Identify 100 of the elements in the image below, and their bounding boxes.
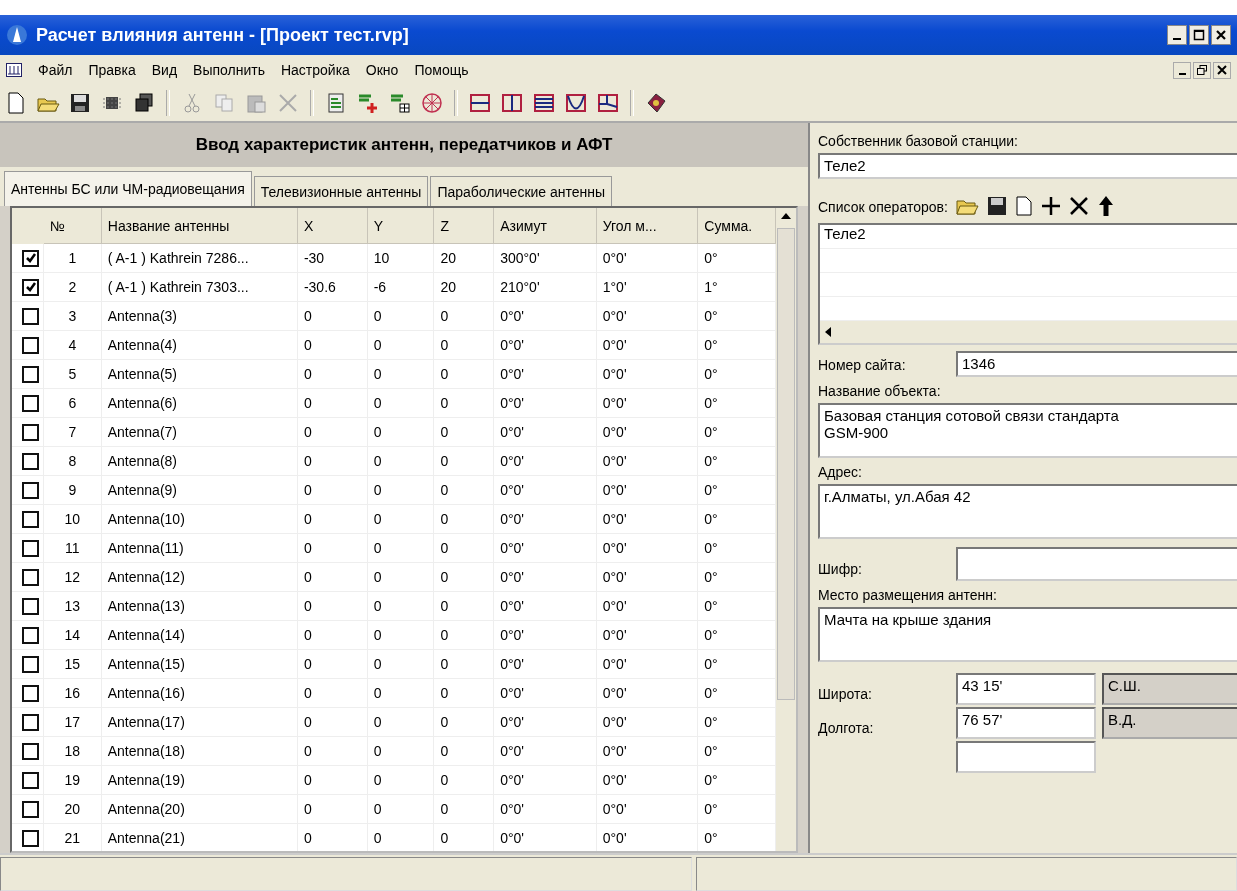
checkbox[interactable]	[22, 510, 39, 528]
list-item[interactable]: Теле2	[820, 225, 1237, 249]
column-header[interactable]: Угол м...	[596, 208, 699, 244]
checkbox[interactable]	[22, 336, 39, 354]
checkbox[interactable]	[22, 800, 39, 818]
table-cell: 300°0'	[494, 244, 597, 272]
table-cell: 0°	[698, 302, 776, 330]
table-cell: 0°0'	[596, 447, 699, 475]
tab[interactable]: Антенны БС или ЧМ-радиовещания	[4, 171, 252, 206]
checkbox[interactable]	[22, 394, 39, 412]
checkbox[interactable]	[22, 771, 39, 789]
table-cell: Antenna(14)	[101, 621, 298, 649]
column-header[interactable]: X	[297, 208, 368, 244]
column-header[interactable]: Y	[367, 208, 435, 244]
input-field[interactable]	[956, 741, 1096, 773]
table-cell: Antenna(8)	[101, 447, 298, 475]
close-button[interactable]	[1211, 25, 1231, 45]
menu-item[interactable]: Вид	[151, 62, 178, 78]
checkbox[interactable]	[22, 597, 39, 615]
restore-button[interactable]	[1193, 61, 1211, 79]
table-cell: 0	[367, 331, 435, 359]
table-cell: 0°0'	[596, 389, 699, 417]
table-cell: 0	[367, 621, 435, 649]
table-cell: 0	[434, 592, 495, 620]
menu-item[interactable]: Правка	[88, 62, 136, 78]
menu-item[interactable]: Настройка	[280, 62, 350, 78]
vertical-scrollbar[interactable]	[776, 208, 796, 851]
checkbox[interactable]	[22, 249, 39, 267]
checkbox[interactable]	[22, 713, 39, 731]
table-cell: Antenna(13)	[101, 592, 298, 620]
longitude-field[interactable]: 76 57'	[956, 707, 1096, 739]
table-cell: 0	[297, 505, 368, 533]
table-cell: 0	[367, 505, 435, 533]
menu-item[interactable]: Окно	[365, 62, 399, 78]
maximize-button[interactable]	[1189, 25, 1209, 45]
table-cell: 0°	[698, 650, 776, 678]
column-header[interactable]: Название антенны	[101, 208, 298, 244]
table-cell: Antenna(12)	[101, 563, 298, 591]
checkbox[interactable]	[22, 626, 39, 644]
hemisphere-field: С.Ш.	[1102, 673, 1237, 705]
table-cell: 0°	[698, 621, 776, 649]
table-cell: 4	[44, 331, 102, 359]
checkbox[interactable]	[22, 278, 39, 296]
tab[interactable]: Параболические антенны	[430, 176, 613, 206]
checkbox[interactable]	[22, 568, 39, 586]
new-file-icon[interactable]	[1013, 195, 1034, 217]
table-cell: Antenna(11)	[101, 534, 298, 562]
checkbox[interactable]	[22, 365, 39, 383]
table-cell: 0°0'	[494, 331, 597, 359]
plus-icon[interactable]	[1039, 195, 1062, 217]
table-cell: -30	[297, 244, 368, 272]
address-field[interactable]: г.Алматы, ул.Абая 42	[818, 484, 1237, 539]
table-cell: 0°	[698, 737, 776, 765]
table-cell: 0°0'	[596, 534, 699, 562]
tab[interactable]: Телевизионные антенны	[253, 176, 429, 206]
latitude-field[interactable]: 43 15'	[956, 673, 1096, 705]
cipher-field[interactable]	[956, 547, 1237, 581]
checkbox[interactable]	[22, 452, 39, 470]
close-button[interactable]	[1213, 61, 1231, 79]
object-name-field[interactable]: Базовая станция сотовой связи стандарта GSM-900	[818, 403, 1237, 458]
owner-field[interactable]: Теле2	[818, 153, 1237, 179]
field-label: Шифр:	[818, 560, 863, 579]
table-cell: 13	[44, 592, 102, 620]
minimize-button[interactable]	[1173, 61, 1191, 79]
checkbox[interactable]	[22, 655, 39, 673]
horizontal-scrollbar[interactable]	[820, 321, 1237, 343]
column-header[interactable]: №	[44, 208, 102, 244]
table-cell: Antenna(21)	[101, 824, 298, 851]
table-cell: Antenna(16)	[101, 679, 298, 707]
menu-item[interactable]: Файл	[38, 62, 73, 78]
table-cell: 0°0'	[494, 476, 597, 504]
column-header[interactable]: Z	[434, 208, 495, 244]
checkbox[interactable]	[22, 481, 39, 499]
checkbox[interactable]	[22, 742, 39, 760]
table-cell: 0	[434, 824, 495, 851]
table-cell: 2	[44, 273, 102, 301]
table-cell: 0	[434, 331, 495, 359]
table-cell: 0°	[698, 795, 776, 823]
checkbox[interactable]	[22, 829, 39, 847]
site-number-field[interactable]: 1346	[956, 351, 1237, 377]
delete-icon[interactable]	[1067, 195, 1090, 217]
table-cell: 0°0'	[596, 650, 699, 678]
placement-field[interactable]: Мачта на крыше здания	[818, 607, 1237, 662]
table-cell: 0	[434, 795, 495, 823]
menu-item[interactable]: Помощь	[414, 62, 469, 78]
minimize-button[interactable]	[1167, 25, 1187, 45]
column-header[interactable]: Азимут	[494, 208, 597, 244]
table-cell: 0	[434, 650, 495, 678]
checkbox[interactable]	[22, 307, 39, 325]
restore-icon	[1197, 65, 1207, 75]
field-label: Широта:	[818, 685, 873, 704]
table-cell: 0°0'	[596, 476, 699, 504]
table-cell: 0	[367, 795, 435, 823]
table-cell: 0°0'	[596, 244, 699, 272]
menu-item[interactable]: Выполнить	[193, 62, 265, 78]
table-cell: 0	[297, 592, 368, 620]
checkbox[interactable]	[22, 684, 39, 702]
checkbox[interactable]	[22, 539, 39, 557]
table-cell: 0°0'	[494, 592, 597, 620]
checkbox[interactable]	[22, 423, 39, 441]
